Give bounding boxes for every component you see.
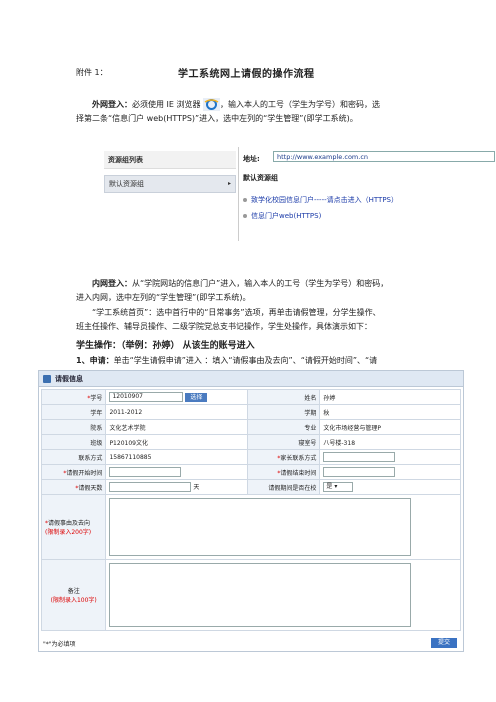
table-row: 备注 (限制录入100字): [40, 559, 461, 631]
internal-login-label: 内网登入：: [92, 279, 132, 288]
in-school-select[interactable]: 是 ▾: [323, 482, 354, 492]
external-login-label: 外网登入：: [92, 100, 132, 109]
parent-contact-input[interactable]: [323, 452, 396, 462]
default-resource-group-item[interactable]: 默认资源组 ▸: [104, 175, 236, 193]
table-row: *请假天数 天 请假期间是否在校 是 ▾: [40, 479, 461, 495]
select-button[interactable]: 选择: [185, 392, 208, 402]
external-login-line1: 外网登入：必须使用 IE 浏览器 ，输入本人的工号（学生为学号）和密码，选: [92, 98, 381, 111]
resource-group-panel: 资源组列表 默认资源组 ▸: [104, 147, 236, 241]
leave-end-input[interactable]: [323, 467, 396, 477]
leave-start-input[interactable]: [109, 467, 182, 477]
table-row: *学号 12010907 选择 姓名 孙婷: [40, 389, 461, 405]
note-textarea[interactable]: [109, 563, 412, 627]
portal-link-web[interactable]: 信息门户web(HTTPS): [243, 211, 321, 221]
required-note: "*"为必填项: [43, 641, 76, 648]
home-line2: 班主任操作、辅导员操作、二级学院党总支书记操作，学生处操作，具体演示如下：: [76, 322, 372, 331]
leave-form-screenshot: 请假信息 *学号 12010907 选择 姓名 孙婷 学年 2011-2012 …: [38, 370, 464, 652]
chevron-right-icon: ▸: [227, 180, 231, 187]
portal-link-https[interactable]: 致学化校园信息门户-----请点击进入（HTTPS）: [243, 195, 398, 205]
resource-group-header: 资源组列表: [104, 151, 236, 169]
external-login-line2: 择第二条“信息门户 web(HTTPS)”进入，选中左列的“学生管理”(即学工系…: [76, 114, 358, 123]
step1-line: 1、申请：单击“学生请假申请”进入 ：填入“请假事由及去向”、“请假开始时间”、…: [76, 356, 378, 365]
resource-detail-panel: 地址: http://www.example.com.cn 默认资源组 致学化校…: [238, 147, 496, 241]
bullet-icon: [243, 198, 247, 202]
address-label: 地址:: [243, 155, 260, 163]
leave-form-table: *学号 12010907 选择 姓名 孙婷 学年 2011-2012 学期 秋 …: [40, 389, 461, 631]
step1-label: 申请：: [89, 356, 114, 365]
table-row: 班级 P120109文化 寝室号 八号楼-318: [40, 434, 461, 450]
reason-textarea[interactable]: [109, 498, 412, 556]
table-row: 院系 文化艺术学院 专业 文化市场经营与管理P: [40, 419, 461, 435]
student-id-field[interactable]: 12010907: [109, 392, 184, 402]
attachment-label: 附件 1：: [76, 68, 108, 77]
form-footer: "*"为必填项 提交: [41, 637, 461, 649]
page-title: 学工系统网上请假的操作流程: [178, 69, 315, 80]
leave-days-input[interactable]: [109, 482, 192, 493]
portal-screenshot: 资源组列表 默认资源组 ▸ 地址: http://www.example.com…: [104, 147, 496, 241]
table-row: *请假开始时间 *请假结束时间: [40, 464, 461, 480]
home-line1: “学工系统首页”：选中首行中的“日常事务”选项，再单击请假管理，分学生操作、: [92, 308, 381, 317]
table-row: *请假事由及去向 (限制录入200字): [40, 494, 461, 560]
student-section-heading: 学生操作：（举例：孙婷） 从该生的账号进入: [76, 341, 255, 351]
address-field[interactable]: http://www.example.com.cn: [273, 151, 495, 162]
table-row: 联系方式 15867110885 *家长联系方式: [40, 449, 461, 465]
table-row: 学年 2011-2012 学期 秋: [40, 404, 461, 420]
bullet-icon: [243, 214, 247, 218]
form-header: 请假信息: [39, 371, 463, 387]
ie-browser-icon: [203, 98, 221, 111]
internal-login-line1: 内网登入：从“学院网站的信息门户”进入，输入本人的工号（学生为学号）和密码，: [92, 279, 389, 288]
submit-button[interactable]: 提交: [430, 638, 457, 648]
form-header-icon: [43, 375, 51, 383]
internal-login-line2: 进入内网，选中左列的“学生管理”(即学工系统)。: [76, 293, 251, 302]
group-title: 默认资源组: [243, 174, 278, 182]
